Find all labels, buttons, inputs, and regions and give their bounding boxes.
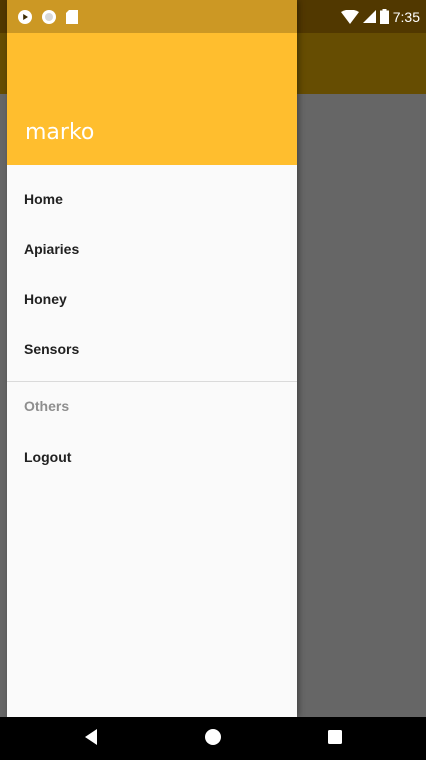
cell-signal-icon — [362, 10, 376, 23]
menu-item-home[interactable]: Home — [7, 174, 297, 224]
status-time: 7:35 — [392, 8, 420, 25]
recents-button[interactable] — [315, 719, 355, 759]
section-header-others: Others — [24, 398, 70, 414]
home-button[interactable] — [193, 719, 233, 759]
drawer-username: marko — [25, 120, 95, 145]
circle-notification-icon — [42, 9, 56, 24]
status-bar: 7:35 — [0, 0, 426, 33]
back-button[interactable] — [71, 719, 111, 759]
sd-card-icon — [66, 9, 78, 24]
recents-icon — [327, 729, 343, 749]
system-nav-bar — [0, 717, 426, 760]
drawer-menu: Home Apiaries Honey Sensors — [7, 174, 297, 374]
battery-icon — [379, 9, 389, 24]
menu-item-honey[interactable]: Honey — [7, 274, 297, 324]
back-icon — [83, 728, 99, 750]
menu-divider — [7, 381, 297, 382]
menu-item-logout[interactable]: Logout — [7, 432, 297, 482]
status-left-icons — [18, 9, 78, 24]
wifi-icon — [340, 9, 359, 24]
menu-item-sensors[interactable]: Sensors — [7, 324, 297, 374]
screen: marko Home Apiaries Honey Sensors Others… — [0, 0, 426, 760]
status-right-icons: 7:35 — [340, 8, 420, 25]
menu-item-apiaries[interactable]: Apiaries — [7, 224, 297, 274]
play-notification-icon — [18, 9, 32, 24]
navigation-drawer: marko Home Apiaries Honey Sensors Others… — [7, 0, 297, 717]
home-icon — [204, 728, 222, 750]
